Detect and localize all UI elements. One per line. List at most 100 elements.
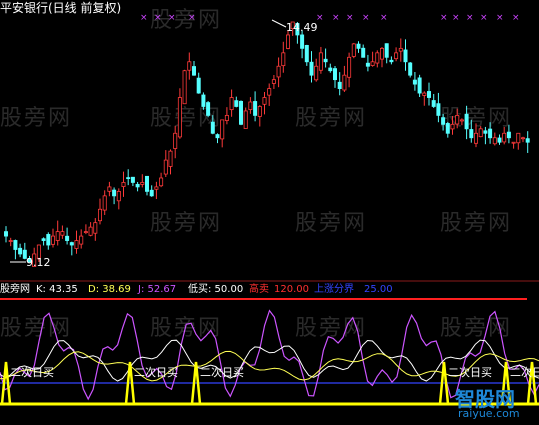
candle-body	[248, 101, 253, 110]
candle-body	[149, 189, 154, 197]
candle-body	[51, 235, 56, 245]
candle-body	[140, 182, 145, 185]
candle-body	[253, 101, 258, 116]
cross-marker: ×	[452, 13, 460, 23]
candle-body	[328, 67, 333, 72]
brand-url: raiyue.com	[458, 407, 520, 420]
candle-body	[93, 222, 98, 234]
candle-body	[18, 247, 23, 255]
candle-body	[210, 121, 215, 134]
candle-body	[408, 62, 413, 76]
cross-marker: ×	[480, 13, 488, 23]
high-label: 14.49	[286, 21, 318, 34]
legend-item: 25.00	[364, 284, 393, 295]
candle-body	[281, 52, 286, 67]
candle-body	[506, 131, 511, 139]
candle-body	[276, 65, 281, 78]
cross-marker: ×	[362, 13, 370, 23]
candle-body	[168, 150, 173, 167]
legend-item: 上涨分界	[314, 284, 354, 295]
candle-body	[229, 97, 234, 111]
candle-body	[163, 159, 168, 175]
candle-body	[347, 56, 352, 78]
chart-area[interactable]: 股旁网 股旁网 股旁网 股旁网 股旁网 股旁网 股旁网 股旁网 股旁网 股旁网 …	[0, 0, 539, 425]
candle-body	[224, 115, 229, 121]
legend-item: 高卖	[249, 284, 269, 295]
cross-marker: ×	[332, 13, 340, 23]
candle-body	[234, 100, 239, 107]
candle-body	[187, 61, 192, 71]
candle-body	[4, 231, 9, 237]
candle-body	[478, 128, 483, 138]
candle-body	[459, 119, 464, 122]
chart-svg: × × × × × × × × × × × × × × ×	[0, 13, 539, 406]
cross-marker: ×	[512, 13, 520, 23]
candle-body	[314, 65, 319, 81]
candle-body	[455, 115, 460, 125]
candle-body	[300, 34, 305, 49]
cross-marker: ×	[466, 13, 474, 23]
candle-body	[112, 189, 117, 197]
candle-body	[130, 176, 135, 183]
candle-body	[384, 43, 389, 58]
candle-body	[525, 138, 530, 143]
candle-body	[173, 132, 178, 149]
candle-body	[177, 97, 182, 138]
candle-body	[107, 186, 112, 192]
candle-body	[46, 234, 51, 246]
candle-body	[516, 132, 521, 144]
candle-body	[79, 235, 84, 245]
high-pointer	[271, 19, 287, 28]
legend-item: 120.00	[274, 284, 309, 295]
candle-body	[121, 182, 126, 187]
candle-body	[88, 226, 93, 236]
candle-body	[238, 100, 243, 125]
candle-body	[502, 132, 507, 143]
candle-body	[450, 123, 455, 130]
candle-body	[309, 61, 314, 76]
candle-body	[257, 106, 262, 117]
candle-body	[394, 52, 399, 60]
cross-marker: ×	[440, 13, 448, 23]
candle-body	[464, 113, 469, 130]
candle-body	[55, 231, 60, 241]
cross-marker: ×	[140, 13, 148, 23]
candle-body	[483, 130, 488, 134]
candle-body	[243, 110, 248, 129]
candle-body	[426, 91, 431, 98]
candle-body	[436, 103, 441, 116]
candle-body	[356, 43, 361, 49]
candle-body	[271, 79, 276, 84]
candle-body	[215, 134, 220, 139]
legend-item: D: 38.69	[88, 284, 131, 295]
candle-body	[318, 52, 323, 71]
candle-body	[206, 102, 211, 116]
candle-body	[365, 62, 370, 67]
candle-body	[65, 235, 70, 241]
cross-marker: ×	[168, 13, 176, 23]
candle-body	[370, 61, 375, 66]
candle-body	[511, 141, 516, 144]
candle-body	[116, 190, 121, 202]
legend-item: 低买: 50.00	[188, 284, 244, 295]
candle-body	[422, 92, 427, 96]
candle-body	[41, 238, 46, 241]
candle-body	[351, 43, 356, 57]
candle-body	[403, 49, 408, 63]
candle-body	[469, 129, 474, 139]
candle-body	[154, 186, 159, 190]
candle-body	[445, 123, 450, 134]
signal-label: 二次日买	[134, 366, 178, 379]
candle-body	[342, 74, 347, 91]
legend-item: 股旁网	[0, 284, 30, 295]
legend-item: K: 43.35	[36, 284, 78, 295]
candle-body	[488, 128, 493, 139]
candle-body	[412, 79, 417, 85]
candle-body	[441, 117, 446, 125]
cross-marker: ×	[346, 13, 354, 23]
candle-body	[267, 88, 272, 96]
candle-body	[361, 47, 366, 58]
candle-body	[492, 137, 497, 145]
candle-body	[304, 44, 309, 63]
candle-body	[417, 77, 422, 94]
